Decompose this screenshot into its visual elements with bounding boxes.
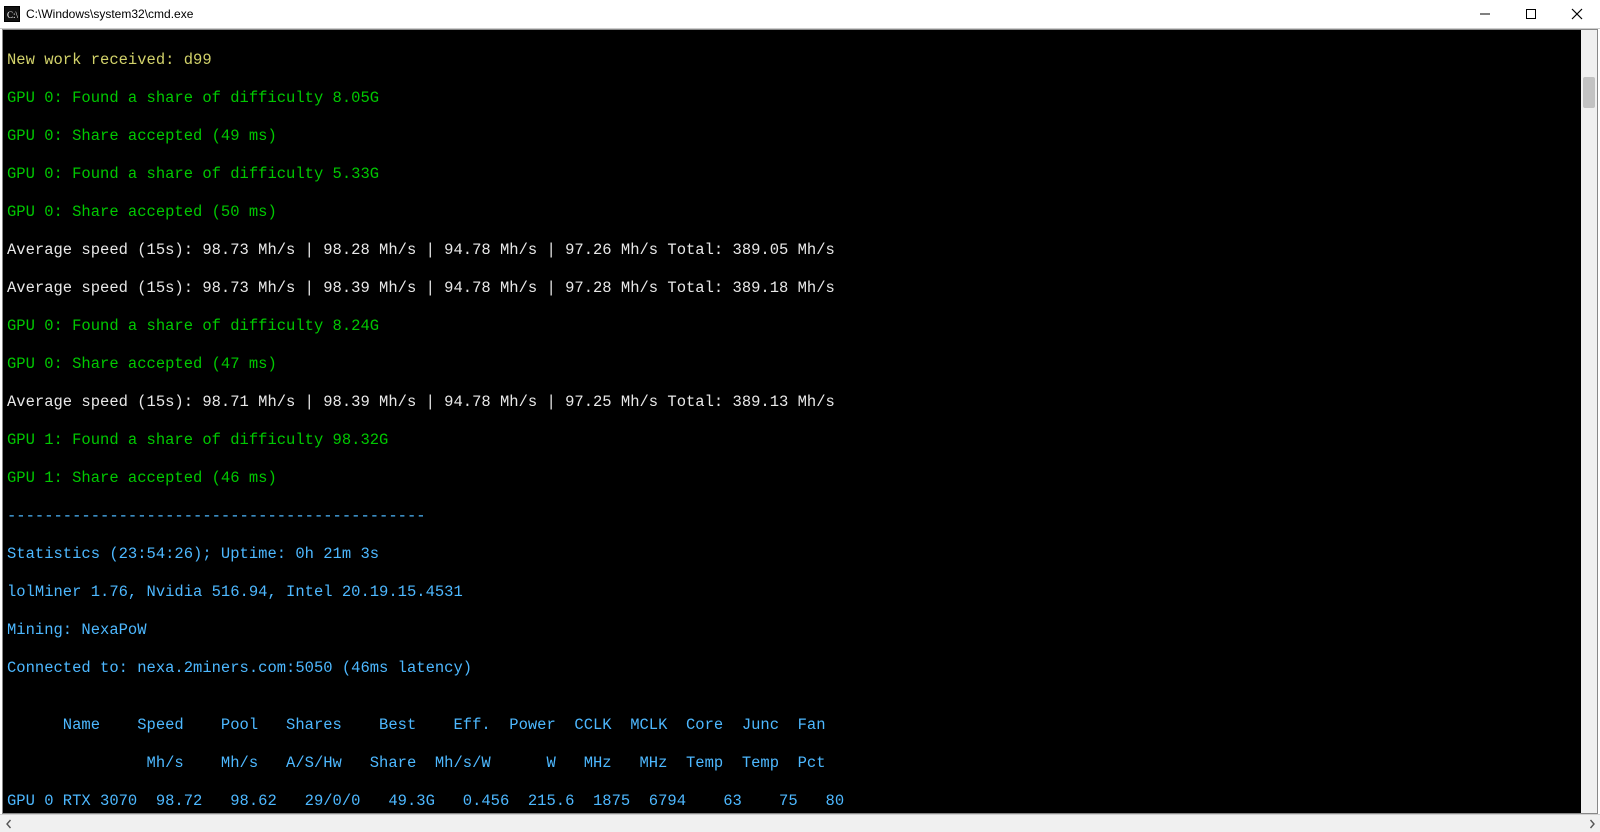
minimize-button[interactable] xyxy=(1462,0,1508,28)
log-line: Average speed (15s): 98.71 Mh/s | 98.39 … xyxy=(7,393,1577,412)
separator: ----------------------------------------… xyxy=(7,507,1577,526)
log-line: Average speed (15s): 98.73 Mh/s | 98.39 … xyxy=(7,279,1577,298)
table-header: Name Speed Pool Shares Best Eff. Power C… xyxy=(7,716,1577,735)
titlebar[interactable]: C:\ C:\Windows\system32\cmd.exe xyxy=(0,0,1600,29)
window-title: C:\Windows\system32\cmd.exe xyxy=(26,7,193,21)
log-line: GPU 1: Found a share of difficulty 98.32… xyxy=(7,431,1577,450)
log-line: GPU 0: Share accepted (47 ms) xyxy=(7,355,1577,374)
scrollbar-thumb[interactable] xyxy=(1583,77,1595,108)
log-line: GPU 0: Share accepted (49 ms) xyxy=(7,127,1577,146)
log-line: GPU 0: Share accepted (50 ms) xyxy=(7,203,1577,222)
svg-text:C:\: C:\ xyxy=(7,10,19,20)
vertical-scrollbar[interactable] xyxy=(1581,30,1597,813)
console-output[interactable]: New work received: d99 GPU 0: Found a sh… xyxy=(3,30,1581,813)
stats-line: lolMiner 1.76, Nvidia 516.94, Intel 20.1… xyxy=(7,583,1577,602)
table-header: Mh/s Mh/s A/S/Hw Share Mh/s/W W MHz MHz … xyxy=(7,754,1577,773)
horizontal-scrollbar[interactable] xyxy=(0,814,1600,832)
stats-line: Mining: NexaPoW xyxy=(7,621,1577,640)
log-line: New work received: d99 xyxy=(7,51,1577,70)
log-line: GPU 1: Share accepted (46 ms) xyxy=(7,469,1577,488)
log-line: GPU 0: Found a share of difficulty 5.33G xyxy=(7,165,1577,184)
table-row: GPU 0 RTX 3070 98.72 98.62 29/0/0 49.3G … xyxy=(7,792,1577,811)
log-line: GPU 0: Found a share of difficulty 8.24G xyxy=(7,317,1577,336)
log-line: Average speed (15s): 98.73 Mh/s | 98.28 … xyxy=(7,241,1577,260)
log-line: GPU 0: Found a share of difficulty 8.05G xyxy=(7,89,1577,108)
stats-line: Connected to: nexa.2miners.com:5050 (46m… xyxy=(7,659,1577,678)
close-button[interactable] xyxy=(1554,0,1600,28)
cmd-window: C:\ C:\Windows\system32\cmd.exe New work… xyxy=(0,0,1600,832)
scroll-right-icon[interactable] xyxy=(1583,815,1600,832)
stats-line: Statistics (23:54:26); Uptime: 0h 21m 3s xyxy=(7,545,1577,564)
console-area: New work received: d99 GPU 0: Found a sh… xyxy=(2,29,1598,814)
cmd-icon: C:\ xyxy=(4,6,20,22)
maximize-button[interactable] xyxy=(1508,0,1554,28)
scroll-left-icon[interactable] xyxy=(0,815,17,832)
